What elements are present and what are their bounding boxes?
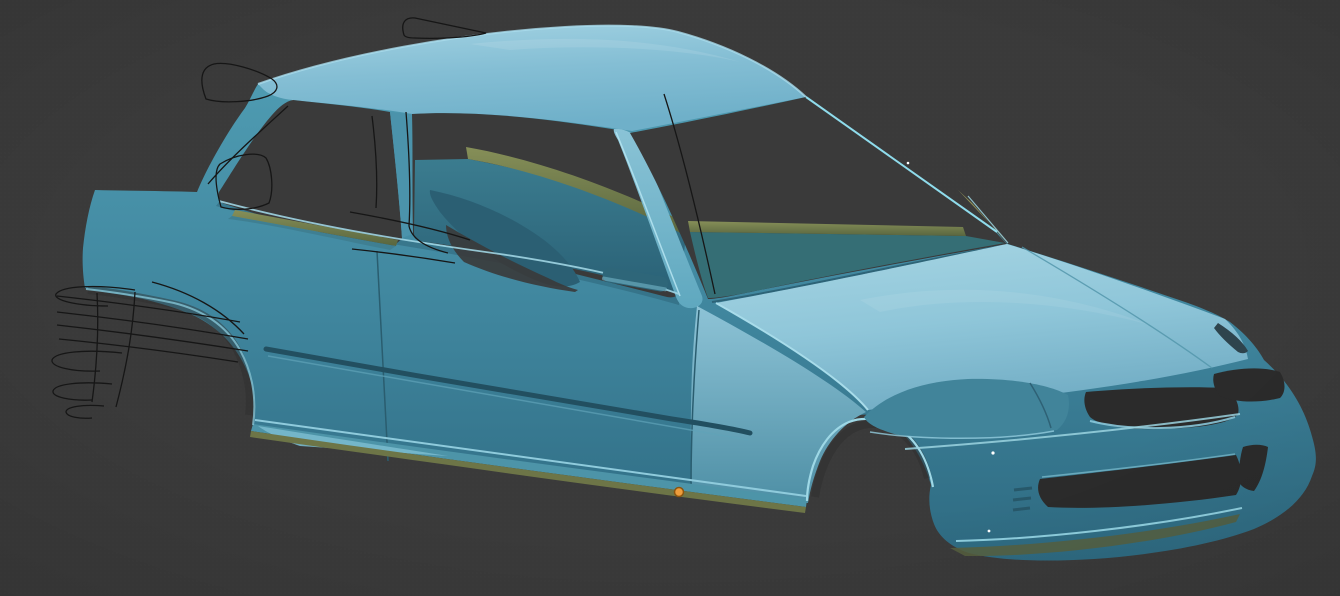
viewport[interactable] [0,0,1340,596]
viewport-canvas[interactable] [0,0,1340,596]
viewport-vignette [0,0,1340,596]
